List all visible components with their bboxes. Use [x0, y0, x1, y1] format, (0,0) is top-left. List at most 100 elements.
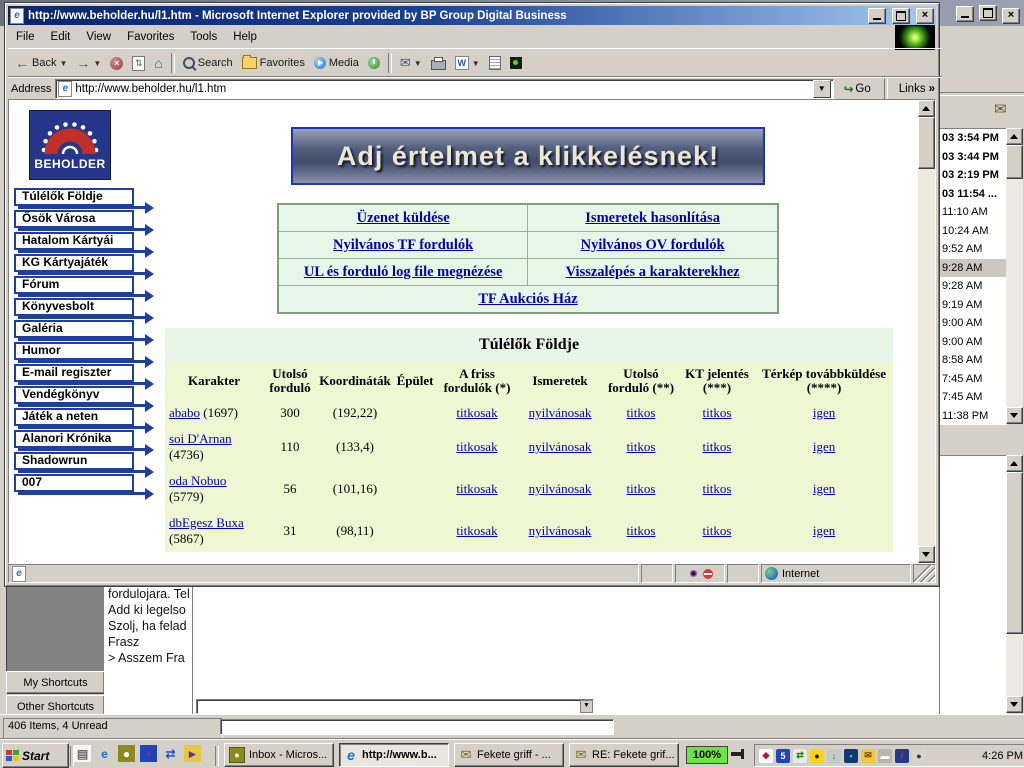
forward-dropdown-icon[interactable]: ▼: [93, 59, 101, 68]
task-button[interactable]: ✉RE: Fekete grif...: [569, 743, 679, 767]
knowledge-link[interactable]: nyilvánosak: [529, 481, 592, 496]
quick-launch-icon[interactable]: ▤: [74, 745, 91, 762]
edit-dropdown-icon[interactable]: ▼: [472, 59, 480, 68]
map-forward-link[interactable]: igen: [813, 439, 835, 454]
kt-report-link[interactable]: titkos: [703, 439, 732, 454]
character-link[interactable]: dbEgesz Buxa: [169, 515, 244, 530]
outlook-restore-button[interactable]: [979, 5, 997, 21]
task-button[interactable]: ehttp://www.b...: [339, 743, 449, 767]
nav-button[interactable]: KG Kártyajáték: [14, 254, 134, 272]
nav-button[interactable]: Fórum: [14, 276, 134, 294]
nav-button[interactable]: Hatalom Kártyái: [14, 232, 134, 250]
back-dropdown-icon[interactable]: ▼: [59, 59, 67, 68]
message-received-time[interactable]: 03 3:54 PM: [939, 129, 1007, 148]
last-turn-link[interactable]: titkos: [627, 523, 656, 538]
nav-button[interactable]: Könyvesbolt: [14, 298, 134, 316]
quick-launch-icon[interactable]: ●: [118, 745, 135, 762]
nav-button[interactable]: Túlélők Földje: [14, 188, 134, 206]
history-button[interactable]: [364, 55, 384, 71]
tray-icon[interactable]: ✉: [861, 749, 875, 763]
quick-link[interactable]: Nyilvános TF fordulók: [333, 237, 473, 253]
nav-button[interactable]: Ősök Városa: [14, 210, 134, 228]
quick-launch-icon[interactable]: ▪: [140, 745, 157, 762]
outlook-minimize-button[interactable]: [956, 6, 974, 22]
quick-launch-icon[interactable]: ►: [184, 745, 201, 762]
address-combo[interactable]: e ▼: [55, 79, 833, 99]
scroll-up-icon[interactable]: [1006, 128, 1023, 145]
last-turn-link[interactable]: titkos: [627, 439, 656, 454]
message-received-time[interactable]: 7:45 AM: [939, 370, 1007, 389]
go-button[interactable]: ↪Go: [838, 80, 877, 98]
maximize-button[interactable]: [892, 8, 910, 24]
message-received-time[interactable]: 9:19 AM: [939, 296, 1007, 315]
scrollbar-thumb[interactable]: [1006, 145, 1023, 179]
links-button[interactable]: Links»: [895, 81, 939, 97]
tray-icon[interactable]: ◆: [759, 749, 773, 763]
beholder-logo[interactable]: BEHOLDER: [29, 110, 111, 180]
nav-button[interactable]: Galéria: [14, 320, 134, 338]
quick-link[interactable]: Üzenet küldése: [357, 210, 450, 226]
nav-button[interactable]: Alanori Krónika: [14, 430, 134, 448]
close-button[interactable]: ×: [916, 8, 934, 24]
map-forward-link[interactable]: igen: [813, 481, 835, 496]
search-button[interactable]: Search: [179, 55, 237, 71]
kt-report-link[interactable]: titkos: [703, 481, 732, 496]
home-button[interactable]: ⌂: [150, 55, 166, 71]
tray-icon[interactable]: ▬: [878, 749, 892, 763]
message-received-time[interactable]: 11:10 AM: [939, 203, 1007, 222]
quick-link[interactable]: Visszalépés a karakterekhez: [566, 264, 740, 280]
nav-button[interactable]: E-mail regiszter: [14, 364, 134, 382]
send-receive-mail-icon[interactable]: ✉: [994, 100, 1007, 118]
tray-icon[interactable]: ●: [912, 749, 926, 763]
forward-button[interactable]: →▼: [72, 56, 105, 70]
last-turn-link[interactable]: titkos: [627, 405, 656, 420]
scroll-down-icon[interactable]: [1006, 696, 1023, 713]
resize-grip[interactable]: [913, 564, 936, 583]
nav-button[interactable]: Shadowrun: [14, 452, 134, 470]
nav-button[interactable]: Vendégkönyv: [14, 386, 134, 404]
character-link[interactable]: soi D'Arnan: [169, 431, 232, 446]
mail-button[interactable]: ✉▼: [396, 56, 426, 70]
message-received-time[interactable]: 03 2:19 PM: [939, 166, 1007, 185]
character-link[interactable]: oda Nobuo: [169, 473, 226, 488]
message-received-time[interactable]: 8:58 AM: [939, 351, 1007, 370]
kt-report-link[interactable]: titkos: [703, 523, 732, 538]
knowledge-link[interactable]: nyilvánosak: [529, 439, 592, 454]
knowledge-link[interactable]: nyilvánosak: [529, 405, 592, 420]
menu-item[interactable]: Edit: [43, 28, 79, 46]
quick-link[interactable]: Nyilvános OV fordulók: [581, 237, 725, 253]
message-received-time[interactable]: 10:24 AM: [939, 222, 1007, 241]
outlook-close-button[interactable]: ×: [1002, 8, 1020, 24]
last-turn-link[interactable]: titkos: [627, 481, 656, 496]
favorites-button[interactable]: Favorites: [238, 55, 309, 71]
message-received-time[interactable]: 9:28 AM: [939, 259, 1007, 278]
preview-pane-scrollbar[interactable]: [1006, 455, 1023, 713]
privacy-report-pane[interactable]: [675, 564, 725, 583]
task-button[interactable]: ✉Fekete griff - ...: [454, 743, 564, 767]
quick-link[interactable]: Ismeretek hasonlítása: [585, 210, 720, 226]
shortcut-group-button[interactable]: My Shortcuts: [6, 671, 105, 694]
reading-pane-bottom-strip[interactable]: ▼: [196, 699, 594, 714]
message-received-time[interactable]: 9:00 AM: [939, 333, 1007, 352]
address-dropdown-icon[interactable]: ▼: [813, 80, 831, 98]
mail-dropdown-icon[interactable]: ▼: [414, 59, 422, 68]
messenger-button[interactable]: [506, 55, 526, 71]
print-button[interactable]: [427, 55, 450, 72]
back-button[interactable]: ←Back▼: [11, 55, 71, 71]
media-button[interactable]: Media: [310, 55, 363, 71]
fresh-turns-link[interactable]: titkosak: [456, 523, 497, 538]
nav-button[interactable]: Humor: [14, 342, 134, 360]
tray-icon[interactable]: ●: [810, 749, 824, 763]
tray-icon[interactable]: /: [895, 749, 909, 763]
scroll-up-icon[interactable]: [918, 100, 935, 117]
page-scrollbar[interactable]: [918, 100, 935, 563]
tray-icon[interactable]: ↓: [827, 749, 841, 763]
message-received-time[interactable]: 9:28 AM: [939, 277, 1007, 296]
scrollbar-thumb[interactable]: [1006, 472, 1023, 634]
scroll-up-icon[interactable]: [1006, 455, 1023, 472]
address-input[interactable]: [75, 83, 809, 95]
menu-item[interactable]: View: [78, 28, 119, 46]
edit-in-word-button[interactable]: W▼: [451, 54, 484, 72]
message-received-time[interactable]: 9:52 AM: [939, 240, 1007, 259]
fresh-turns-link[interactable]: titkosak: [456, 439, 497, 454]
